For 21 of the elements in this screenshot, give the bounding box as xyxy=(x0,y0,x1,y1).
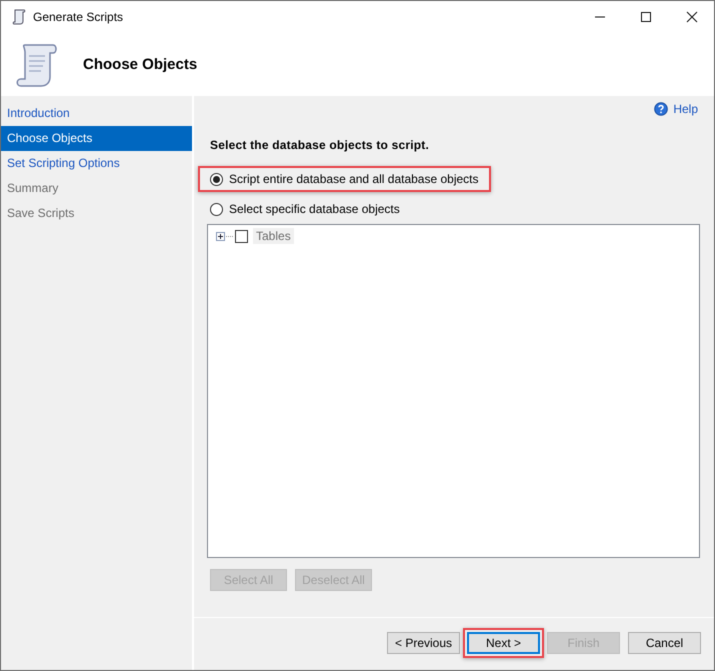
sidebar-item[interactable]: Introduction xyxy=(1,101,192,126)
instruction-heading: Select the database objects to script. xyxy=(210,138,430,152)
checkbox[interactable] xyxy=(235,230,248,242)
tree-item[interactable]: Tables xyxy=(253,228,294,244)
option-label[interactable]: Select specific database objects xyxy=(229,202,400,216)
radio-button[interactable] xyxy=(210,172,223,186)
close-icon[interactable] xyxy=(686,11,698,23)
help-link[interactable]: Help xyxy=(673,102,698,116)
radio-button[interactable] xyxy=(210,202,223,216)
help-icon[interactable] xyxy=(654,102,668,116)
maximize-icon[interactable] xyxy=(640,11,652,23)
wizard-button[interactable]: Cancel xyxy=(628,632,701,654)
wizard-button[interactable]: < Previous xyxy=(387,632,460,654)
expand-icon[interactable] xyxy=(216,232,233,240)
window-title: Generate Scripts xyxy=(33,10,124,24)
sidebar-item[interactable]: Set Scripting Options xyxy=(1,151,192,176)
option-label[interactable]: Script entire database and all database objects xyxy=(229,172,478,186)
scroll-icon xyxy=(11,9,27,25)
next-button[interactable]: Next > xyxy=(467,632,540,654)
sidebar-item[interactable]: Choose Objects xyxy=(1,126,192,151)
page-title: Choose Objects xyxy=(83,56,198,73)
